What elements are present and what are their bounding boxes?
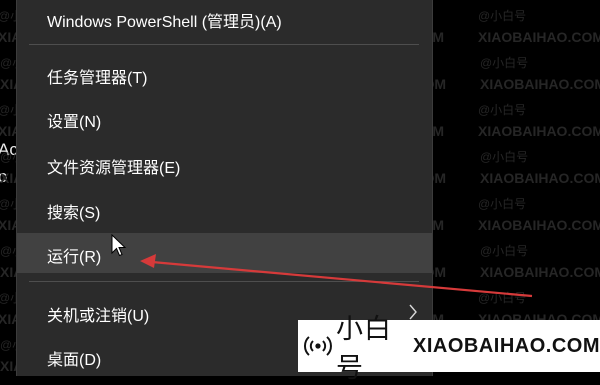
watermark-banner: 小白号 XIAOBAIHAO.COM bbox=[298, 314, 600, 383]
watermark-en-text: XIAOBAIHAO.COM bbox=[413, 334, 600, 357]
red-arrow-icon bbox=[140, 254, 533, 298]
broadcast-signal-icon bbox=[304, 336, 332, 356]
watermark-cn-text: 小白号 bbox=[335, 314, 392, 383]
mouse-pointer-icon bbox=[111, 234, 127, 257]
